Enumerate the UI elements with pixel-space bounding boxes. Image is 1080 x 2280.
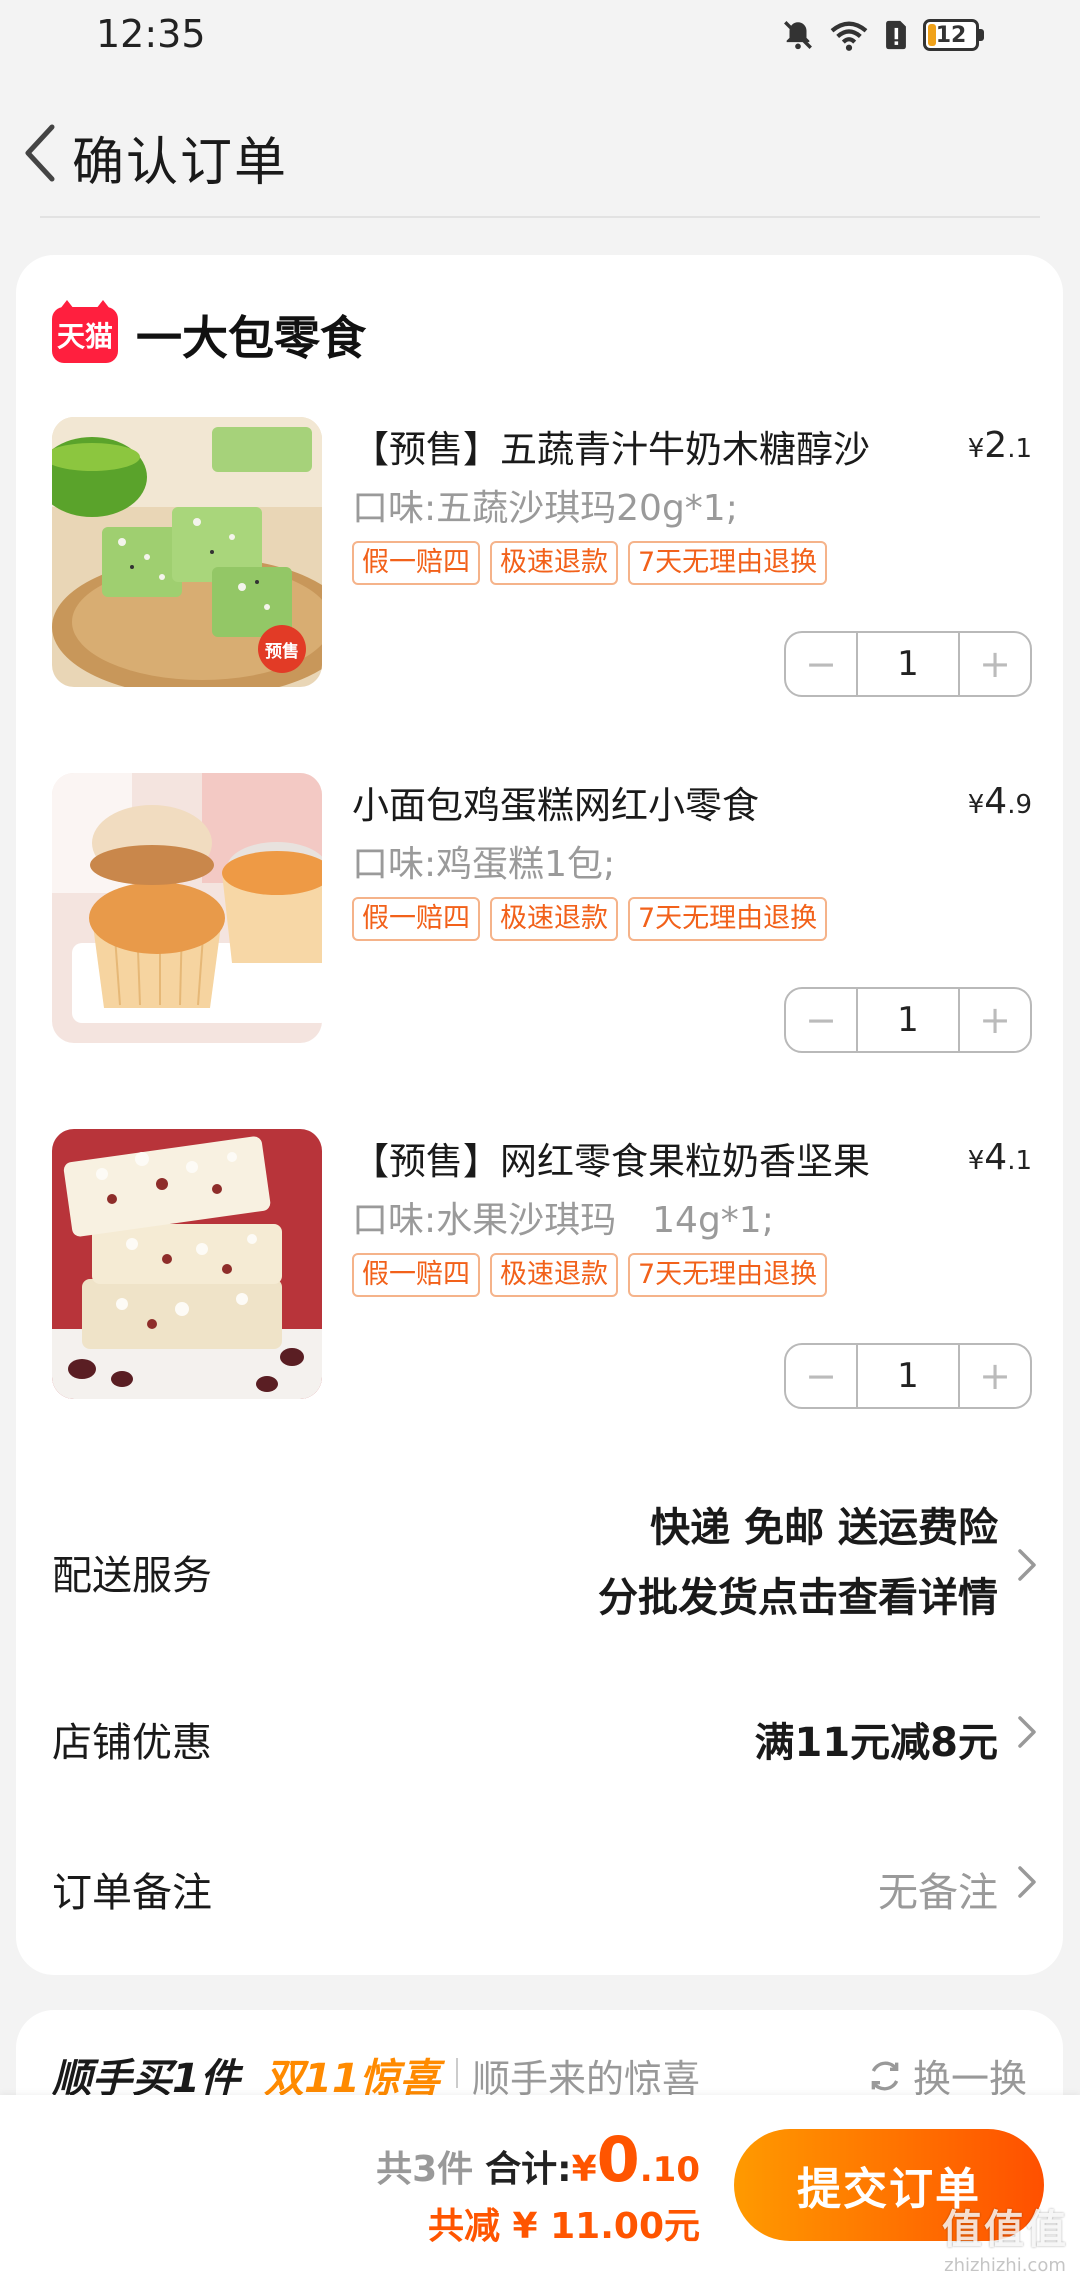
product-item[interactable]: 【预售】网红零食果粒奶香坚果 ¥4.1 口味:水果沙琪玛 14g*1; 假一赔四… xyxy=(52,1129,1032,1409)
battery-level: 12 xyxy=(935,22,967,48)
chevron-right-icon xyxy=(1018,1549,1036,1581)
shop-discount-row[interactable]: 店铺优惠 满11元减8元 xyxy=(52,1710,1042,1770)
tag-7day-return: 7天无理由退换 xyxy=(628,897,828,941)
product-title[interactable]: 【预售】五蔬青汁牛奶木糖醇沙 xyxy=(352,419,912,473)
delivery-line2: 分批发货点击查看详情 xyxy=(598,1575,998,1621)
product-title[interactable]: 【预售】网红零食果粒奶香坚果 xyxy=(352,1131,912,1185)
discount-label: 店铺优惠 xyxy=(52,1720,212,1766)
decrease-button[interactable]: − xyxy=(786,1345,856,1407)
service-tags: 假一赔四 极速退款 7天无理由退换 xyxy=(352,1253,828,1297)
product-image[interactable]: 预售 xyxy=(52,417,322,687)
shop-name: 一大包零食 xyxy=(136,311,366,365)
order-note-row[interactable]: 订单备注 无备注 xyxy=(52,1860,1042,1920)
battery-icon: 12 xyxy=(923,19,984,51)
tag-fast-refund: 极速退款 xyxy=(490,1253,618,1297)
decrease-button[interactable]: − xyxy=(786,633,856,695)
shop-header[interactable]: 天猫 一大包零食 xyxy=(52,300,366,365)
tag-7day-return: 7天无理由退换 xyxy=(628,541,828,585)
product-spec[interactable]: 口味:五蔬沙琪玛20g*1; xyxy=(352,479,738,531)
chevron-right-icon xyxy=(1018,1716,1036,1748)
discount-value: 满11元减8元 xyxy=(754,1720,999,1766)
status-bar: 12:35 12 xyxy=(0,0,1080,80)
header: 确认订单 xyxy=(0,90,1080,220)
checkout-bar: 共3件 合计: ¥ 0 .10 共减 ¥ 11.00元 提交订单 值值值 zhi… xyxy=(0,2095,1080,2280)
addon-separator xyxy=(456,2058,458,2088)
status-icons: 12 xyxy=(781,18,984,52)
quantity-stepper: − 1 + xyxy=(784,631,1032,697)
decrease-button[interactable]: − xyxy=(786,989,856,1051)
back-button[interactable] xyxy=(10,108,70,198)
total-saving: 共减 ¥ 11.00元 xyxy=(428,2206,700,2247)
product-image[interactable] xyxy=(52,773,322,1043)
product-price: ¥4.1 xyxy=(967,1137,1032,1178)
service-tags: 假一赔四 极速退款 7天无理由退换 xyxy=(352,541,828,585)
tag-fast-refund: 极速退款 xyxy=(490,897,618,941)
watermark: 值值值 zhizhizhi.com xyxy=(942,2197,1068,2276)
header-divider xyxy=(40,216,1040,218)
product-item[interactable]: 预售 【预售】五蔬青汁牛奶木糖醇沙 ¥2.1 口味:五蔬沙琪玛20g*1; 假一… xyxy=(52,417,1032,697)
presale-badge: 预售 xyxy=(265,642,299,662)
product-item[interactable]: 小面包鸡蛋糕网红小零食 ¥4.9 口味:鸡蛋糕1包; 假一赔四 极速退款 7天无… xyxy=(52,773,1032,1053)
item-count: 共3件 xyxy=(376,2149,474,2190)
product-spec[interactable]: 口味:水果沙琪玛 14g*1; xyxy=(352,1191,774,1243)
note-value: 无备注 xyxy=(878,1870,998,1916)
total-summary: 共3件 合计: ¥ 0 .10 xyxy=(376,2123,700,2196)
total-currency: ¥ xyxy=(571,2149,597,2190)
tmall-logo-icon: 天猫 xyxy=(52,300,118,363)
increase-button[interactable]: + xyxy=(960,1345,1030,1407)
product-image[interactable] xyxy=(52,1129,322,1399)
quantity-stepper: − 1 + xyxy=(784,1343,1032,1409)
wifi-icon xyxy=(829,18,869,52)
total-label: 合计: xyxy=(485,2149,572,2190)
increase-button[interactable]: + xyxy=(960,989,1030,1051)
total-integer: 0 xyxy=(596,2123,640,2196)
page-title: 确认订单 xyxy=(72,133,289,193)
sim-alert-icon xyxy=(883,18,909,52)
order-card: 天猫 一大包零食 预售 【预售】五蔬青汁牛奶木糖醇沙 ¥2.1 口味:五蔬沙琪玛… xyxy=(16,255,1063,1975)
status-time: 12:35 xyxy=(96,12,206,56)
delivery-line1: 快递 免邮 送运费险 xyxy=(650,1505,998,1551)
chevron-left-icon xyxy=(25,124,55,182)
chevron-right-icon xyxy=(1018,1866,1036,1898)
product-spec[interactable]: 口味:鸡蛋糕1包; xyxy=(352,835,615,887)
delivery-label: 配送服务 xyxy=(52,1553,212,1599)
service-tags: 假一赔四 极速退款 7天无理由退换 xyxy=(352,897,828,941)
tag-fake-compensation: 假一赔四 xyxy=(352,897,480,941)
quantity-stepper: − 1 + xyxy=(784,987,1032,1053)
delivery-service-row[interactable]: 配送服务 快递 免邮 送运费险 分批发货点击查看详情 xyxy=(52,1495,1042,1635)
tag-fake-compensation: 假一赔四 xyxy=(352,1253,480,1297)
product-price: ¥2.1 xyxy=(967,425,1032,466)
tag-fake-compensation: 假一赔四 xyxy=(352,541,480,585)
note-label: 订单备注 xyxy=(52,1870,212,1916)
refresh-icon xyxy=(871,2061,899,2090)
product-title[interactable]: 小面包鸡蛋糕网红小零食 xyxy=(352,775,912,829)
watermark-logo: 值值值 xyxy=(942,2207,1068,2253)
watermark-url: zhizhizhi.com xyxy=(944,2255,1066,2276)
quantity-value[interactable]: 1 xyxy=(856,989,960,1051)
total-decimal: .10 xyxy=(639,2150,700,2190)
tag-fast-refund: 极速退款 xyxy=(490,541,618,585)
quantity-value[interactable]: 1 xyxy=(856,633,960,695)
mute-bell-icon xyxy=(781,18,815,52)
tag-7day-return: 7天无理由退换 xyxy=(628,1253,828,1297)
quantity-value[interactable]: 1 xyxy=(856,1345,960,1407)
product-price: ¥4.9 xyxy=(967,781,1032,822)
increase-button[interactable]: + xyxy=(960,633,1030,695)
